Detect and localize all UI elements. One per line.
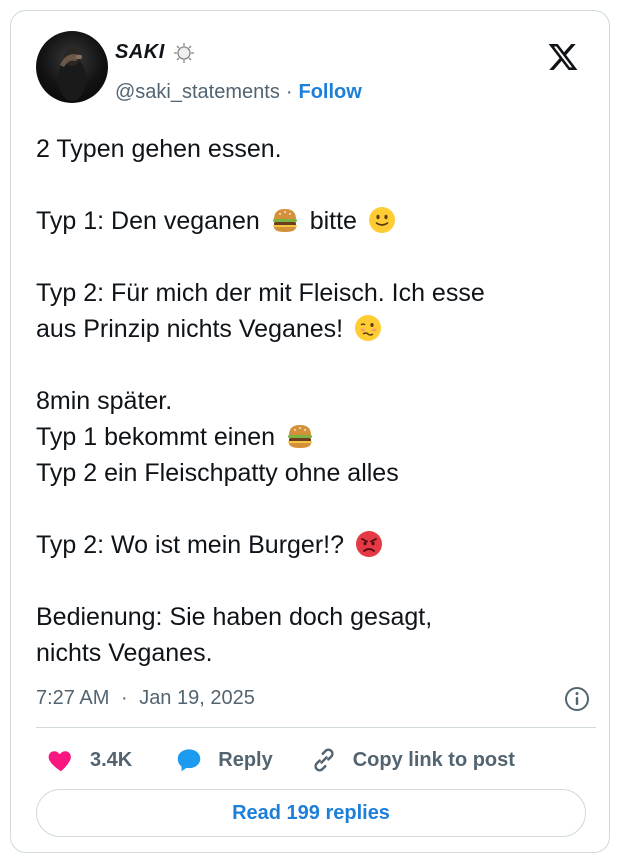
action-bar: 3.4K Reply Copy link to post	[46, 744, 515, 776]
author-name[interactable]: SAKI	[115, 41, 165, 64]
tweet-line: Typ 2: Für mich der mit Fleisch. Ich ess…	[36, 279, 485, 307]
tweet-line: Typ 2 ein Fleischpatty ohne alles	[36, 459, 399, 487]
copy-link-button[interactable]: Copy link to post	[309, 745, 515, 775]
like-count: 3.4K	[90, 748, 133, 771]
avatar[interactable]	[36, 31, 108, 103]
tweet-time[interactable]: 7:27 AM	[36, 687, 109, 709]
reply-button[interactable]: Reply	[174, 745, 273, 775]
tweet-line: 2 Typen gehen essen.	[36, 135, 282, 163]
read-replies-button[interactable]: Read 199 replies	[36, 789, 586, 837]
tweet-text: 2 Typen gehen essen. Typ 1: Den veganen …	[36, 131, 596, 671]
sparkle-badge-icon	[173, 42, 194, 63]
tweet-date[interactable]: Jan 19, 2025	[139, 687, 255, 709]
tweet-card: SAKI @saki_statements · Follow 2 Typen g…	[10, 10, 610, 853]
tweet-line: Typ 1 bekommt einen	[36, 419, 596, 455]
author-handle-row: @saki_statements · Follow	[115, 81, 362, 104]
heart-icon	[48, 751, 71, 772]
reply-bubble-icon	[178, 749, 201, 772]
tweet-line: Typ 1: Den veganen bitte	[36, 203, 596, 239]
author-handle[interactable]: @saki_statements	[115, 81, 280, 104]
tweet-line: Typ 2: Wo ist mein Burger!?	[36, 527, 596, 563]
link-icon	[314, 748, 334, 772]
author-name-row: SAKI	[115, 41, 197, 64]
tweet-line: Bedienung: Sie haben doch gesagt,	[36, 603, 433, 631]
slightly-smiling-face-icon	[368, 207, 395, 233]
like-button[interactable]: 3.4K	[46, 745, 132, 775]
copy-link-label: Copy link to post	[352, 748, 515, 771]
follow-button[interactable]: Follow	[299, 81, 362, 104]
info-icon[interactable]	[563, 685, 591, 713]
angry-face-icon	[355, 531, 382, 557]
divider	[36, 727, 596, 728]
tweet-meta: 7:27 AM · Jan 19, 2025	[36, 685, 596, 713]
tweet-line: aus Prinzip nichts Veganes!	[36, 311, 596, 347]
burger-icon	[272, 209, 297, 232]
reply-label: Reply	[218, 748, 273, 771]
meta-separator: ·	[120, 687, 128, 709]
x-logo-icon[interactable]	[547, 41, 579, 73]
handle-separator: ·	[285, 81, 293, 103]
tweet-line: 8min später.	[36, 387, 173, 415]
tweet-line: nichts Veganes.	[36, 639, 213, 667]
woozy-face-icon	[355, 315, 382, 341]
burger-icon	[287, 425, 312, 448]
